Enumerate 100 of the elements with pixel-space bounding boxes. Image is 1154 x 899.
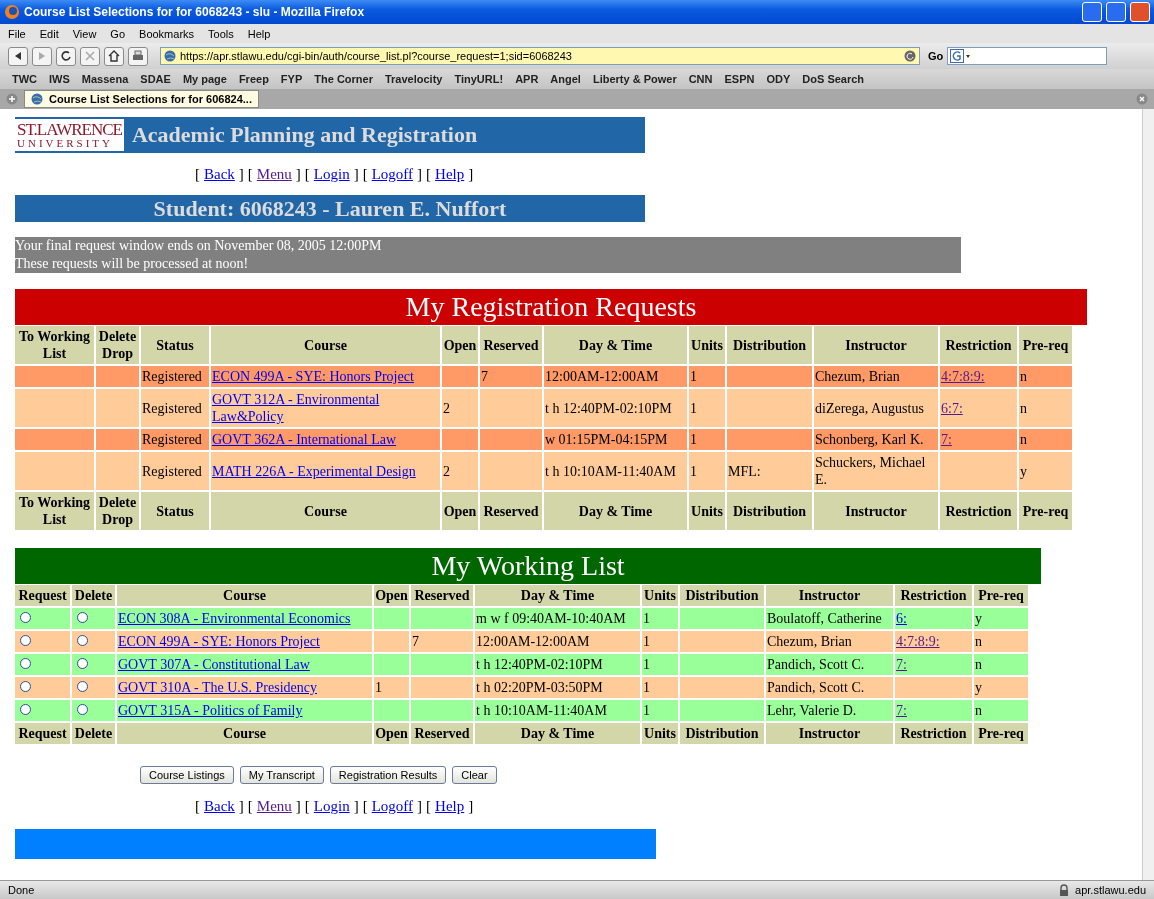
radio-button[interactable] (20, 612, 31, 623)
nav-link[interactable]: Logoff (371, 166, 414, 183)
table-cell: 1 (642, 654, 678, 675)
bookmark[interactable]: ODY (766, 73, 791, 85)
bookmark[interactable]: IWS (49, 73, 70, 85)
form-button[interactable]: Clear (452, 766, 497, 784)
bracket-text: [ (304, 798, 310, 815)
course-link[interactable]: GOVT 307A - Constitutional Law (118, 656, 310, 673)
menu-item[interactable]: Bookmarks (139, 27, 195, 40)
reload-button[interactable] (56, 46, 76, 66)
bookmark[interactable]: CNN (688, 73, 713, 85)
nav-link[interactable]: Menu (256, 166, 292, 183)
course-link[interactable]: 4:7:8:9: (941, 368, 985, 385)
scrollbar[interactable] (1142, 109, 1154, 880)
menu-item[interactable]: File (8, 27, 26, 40)
radio-button[interactable] (77, 704, 88, 715)
radio-button[interactable] (77, 681, 88, 692)
table-cell (96, 389, 139, 427)
table-cell (411, 654, 473, 675)
radio-button[interactable] (20, 635, 31, 646)
course-link[interactable]: 4:7:8:9: (896, 633, 940, 650)
maximize-button[interactable] (1106, 2, 1126, 22)
course-link[interactable]: GOVT 312A - Environmental Law&Policy (212, 391, 439, 425)
column-header: Distribution (680, 585, 764, 606)
bookmark[interactable]: SDAE (140, 73, 171, 85)
course-link[interactable]: 6: (896, 610, 907, 627)
minimize-button[interactable] (1082, 2, 1102, 22)
course-link[interactable]: 7: (941, 431, 952, 448)
radio-button[interactable] (77, 612, 88, 623)
close-tab-icon[interactable] (1136, 93, 1148, 105)
form-button[interactable]: Registration Results (329, 766, 447, 784)
university-logo: ST.LAWRENCE UNIVERSITY (15, 119, 124, 151)
nav-link[interactable]: Menu (256, 798, 292, 815)
bookmark[interactable]: FYP (280, 73, 303, 85)
table-cell (411, 677, 473, 698)
nav-link[interactable]: Login (313, 798, 350, 815)
course-link[interactable]: 6:7: (941, 399, 963, 417)
course-link[interactable]: ECON 499A - SYE: Honors Project (118, 633, 320, 650)
print-button[interactable] (128, 46, 148, 66)
home-button[interactable] (104, 46, 124, 66)
course-link[interactable]: GOVT 315A - Politics of Family (118, 702, 303, 719)
nav-link[interactable]: Login (313, 166, 350, 183)
close-button[interactable] (1130, 2, 1150, 22)
table-cell: 1 (689, 389, 725, 427)
go-button[interactable]: Go (928, 50, 944, 62)
column-header: Open (442, 492, 478, 530)
menu-item[interactable]: Tools (208, 27, 234, 40)
bookmark[interactable]: Liberty & Power (592, 73, 677, 85)
table-cell (480, 452, 542, 490)
nav-link[interactable]: Help (435, 166, 465, 183)
bookmark[interactable]: Massena (81, 73, 129, 85)
bookmark[interactable]: ESPN (724, 73, 755, 85)
menu-item[interactable]: View (72, 27, 97, 40)
bookmark[interactable]: Freep (238, 73, 269, 85)
radio-button[interactable] (20, 658, 31, 669)
course-link[interactable]: GOVT 310A - The U.S. Presidency (118, 679, 317, 696)
bookmark[interactable]: Travelocity (384, 73, 443, 85)
form-button[interactable]: My Transcript (239, 766, 324, 784)
bracket-text: [ (426, 798, 432, 815)
course-link[interactable]: ECON 308A - Environmental Economics (118, 610, 351, 627)
nav-link[interactable]: Back (204, 798, 235, 815)
table-cell: Chezum, Brian (766, 631, 893, 652)
course-link[interactable]: GOVT 362A - International Law (212, 431, 397, 448)
course-link[interactable]: 7: (896, 656, 907, 673)
table-cell: n (1019, 429, 1072, 450)
bookmark[interactable]: DoS Search (802, 73, 865, 85)
menu-item[interactable]: Edit (39, 27, 59, 40)
browser-tab[interactable]: Course List Selections for for 606824... (24, 90, 259, 108)
radio-button[interactable] (20, 681, 31, 692)
table-cell: t h 02:20PM-03:50PM (475, 677, 640, 698)
table-cell: Registered (141, 366, 209, 387)
nav-link[interactable]: Logoff (371, 798, 414, 815)
student-banner: Student: 6068243 - Lauren E. Nuffort (15, 195, 645, 222)
course-link[interactable]: 7: (896, 702, 907, 719)
table-cell: 1 (642, 700, 678, 721)
radio-button[interactable] (20, 704, 31, 715)
nav-link[interactable]: Help (435, 798, 465, 815)
form-button[interactable]: Course Listings (140, 766, 234, 784)
course-link[interactable]: ECON 499A - SYE: Honors Project (212, 368, 414, 385)
bookmark[interactable]: The Corner (314, 73, 373, 85)
nav-link[interactable]: Back (204, 166, 235, 183)
search-field[interactable] (947, 47, 1108, 65)
bookmark[interactable]: TinyURL! (454, 73, 504, 85)
course-link[interactable]: MATH 226A - Experimental Design (212, 462, 416, 480)
table-cell: 7 (480, 366, 542, 387)
back-button[interactable] (8, 46, 28, 66)
new-tab-icon[interactable] (6, 93, 18, 105)
menu-item[interactable]: Help (247, 27, 271, 40)
bookmark[interactable]: My page (182, 73, 227, 85)
bookmark[interactable]: APR (515, 73, 539, 85)
radio-button[interactable] (77, 635, 88, 646)
bookmark[interactable]: TWC (12, 73, 38, 85)
column-header: Day & Time (475, 585, 640, 606)
column-header: Distribution (727, 492, 812, 530)
address-field[interactable]: https://apr.stlawu.edu/cgi-bin/auth/course_list.pl?course_request=1;sid=6068243 (160, 47, 920, 65)
table-cell: m w f 09:40AM-10:40AM (475, 608, 640, 629)
menu-item[interactable]: Go (110, 27, 126, 40)
column-header: Reserved (480, 326, 542, 364)
bookmark[interactable]: Angel (550, 73, 581, 85)
radio-button[interactable] (77, 658, 88, 669)
